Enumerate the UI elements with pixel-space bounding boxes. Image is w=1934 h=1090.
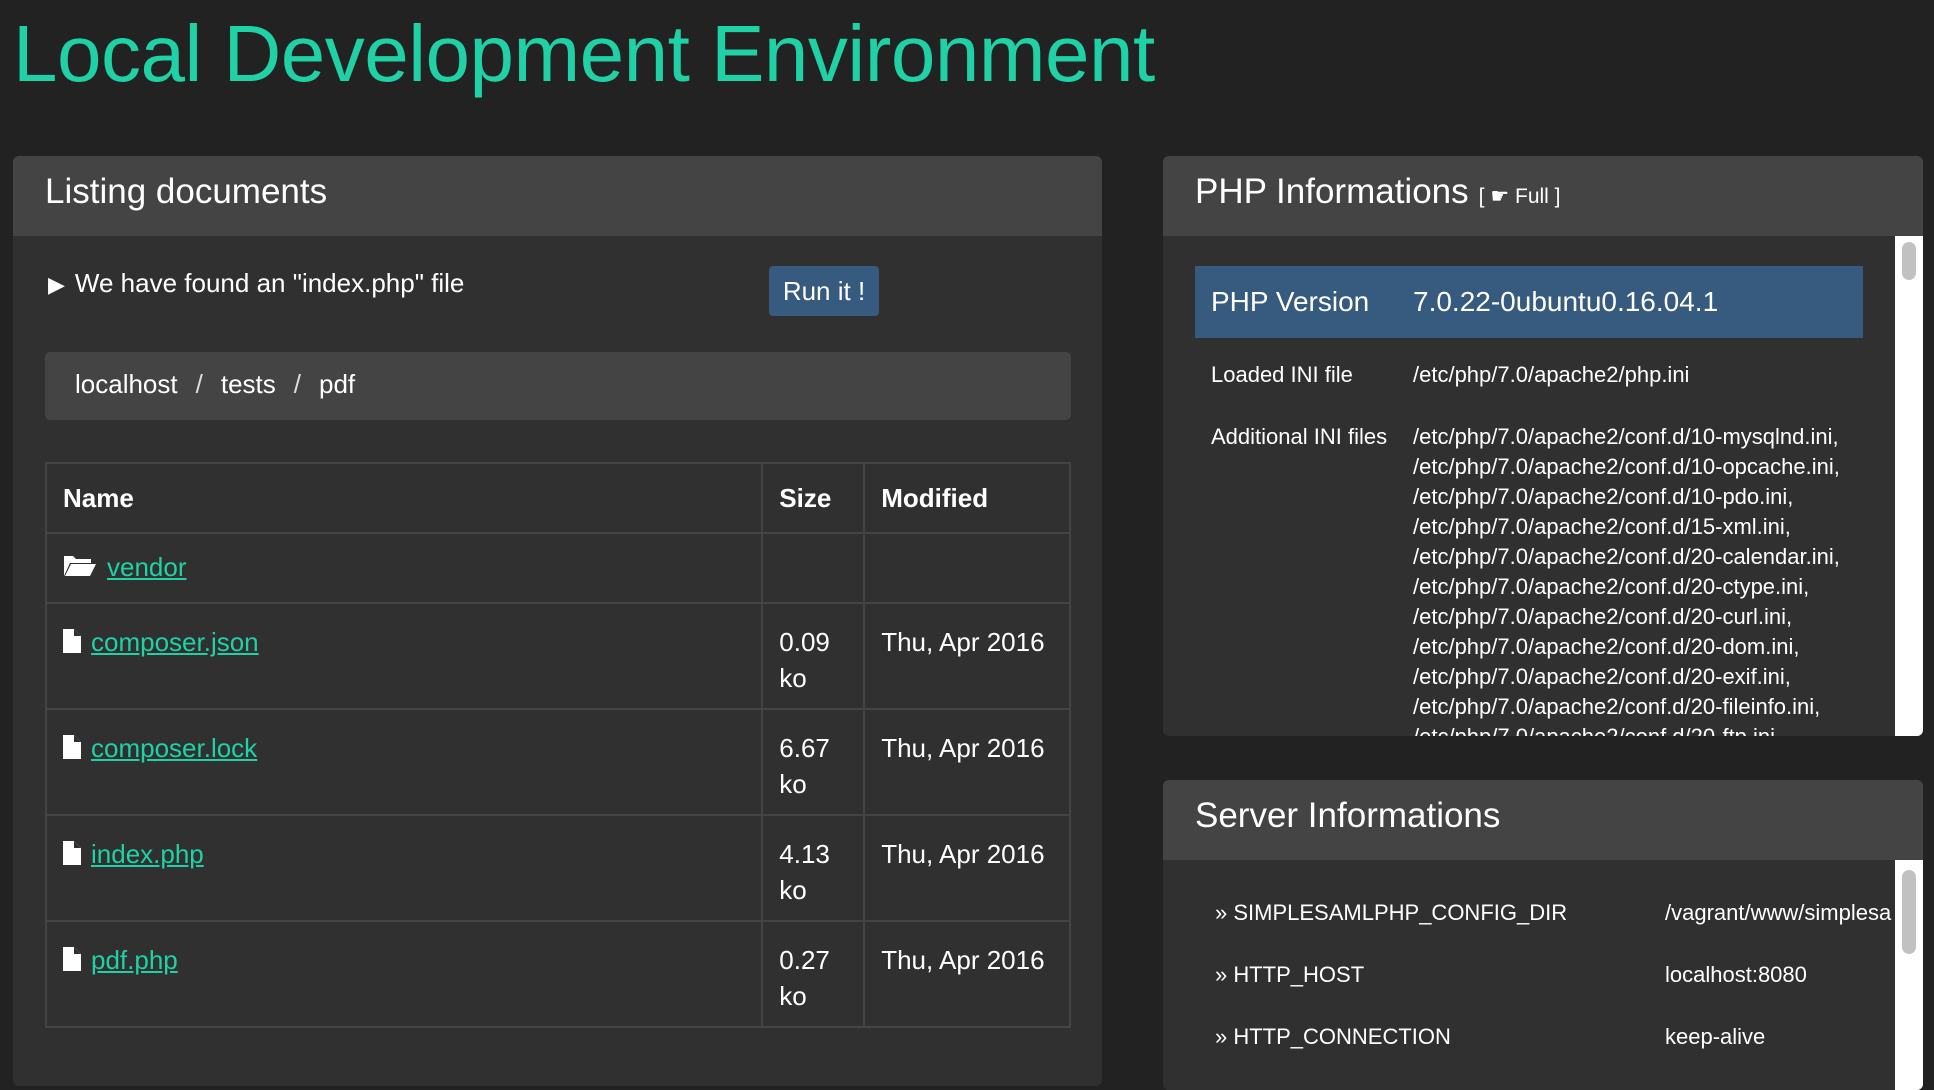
loaded-ini-value: /etc/php/7.0/apache2/php.ini (1413, 362, 1690, 387)
server-var-key: » SIMPLESAMLPHP_CONFIG_DIR (1215, 900, 1568, 925)
file-link-composer-json[interactable]: composer.json (91, 627, 259, 657)
file-icon (63, 944, 81, 980)
breadcrumb: localhost / tests / pdf (45, 352, 1071, 420)
file-modified-cell: Thu, Apr 2016 (863, 814, 1071, 922)
additional-ini-label: Additional INI files (1211, 424, 1388, 449)
breadcrumb-separator: / (293, 369, 302, 399)
php-version-row: PHP Version 7.0.22-0ubuntu0.16.04.1 (1195, 266, 1863, 338)
file-name-cell: composer.json (44, 602, 764, 710)
folder-modified-cell (863, 532, 1071, 604)
breadcrumb-separator: / (195, 369, 203, 399)
column-header-name[interactable]: Name (44, 462, 764, 534)
server-scrollbar[interactable] (1895, 860, 1923, 1090)
ini-file: /etc/php/7.0/apache2/conf.d/10-opcache.i… (1413, 454, 1840, 479)
file-size-cell: 6.67 ko (761, 708, 866, 816)
server-var-value: keep-alive (1665, 1024, 1766, 1049)
listing-panel-title: Listing documents (13, 156, 1102, 236)
file-link-index-php[interactable]: index.php (91, 839, 204, 869)
ini-file: /etc/php/7.0/apache2/conf.d/20-dom.ini, (1413, 634, 1800, 659)
run-it-button[interactable]: Run it ! (769, 266, 879, 316)
ini-file: /etc/php/7.0/apache2/conf.d/20-exif.ini, (1413, 664, 1791, 689)
triangle-right-icon: ▶ (48, 272, 65, 297)
table-row: vendor (44, 532, 1071, 604)
table-row: composer.lock 6.67 ko Thu, Apr 2016 (44, 708, 1071, 816)
ini-file: /etc/php/7.0/apache2/conf.d/20-calendar.… (1413, 544, 1840, 569)
found-index-notice: ▶ We have found an "index.php" file (48, 268, 464, 299)
php-scrollbar-thumb[interactable] (1902, 242, 1916, 280)
table-row: pdf.php 0.27 ko Thu, Apr 2016 (44, 920, 1071, 1028)
file-modified-cell: Thu, Apr 2016 (863, 708, 1071, 816)
found-index-text: We have found an "index.php" file (74, 268, 465, 298)
ini-file: /etc/php/7.0/apache2/conf.d/10-mysqlnd.i… (1413, 424, 1839, 449)
ini-file: /etc/php/7.0/apache2/conf.d/10-pdo.ini, (1413, 484, 1794, 509)
folder-cell: vendor (44, 532, 764, 604)
file-icon (63, 732, 81, 768)
ini-file: /etc/php/7.0/apache2/conf.d/20-ctype.ini… (1413, 574, 1810, 599)
file-link-composer-lock[interactable]: composer.lock (91, 733, 257, 763)
server-scrollbar-thumb[interactable] (1902, 870, 1916, 954)
php-version-label: PHP Version (1211, 286, 1370, 317)
server-info-scroll-area[interactable]: » SIMPLESAMLPHP_CONFIG_DIR /vagrant/www/… (1163, 860, 1923, 1090)
folder-size-cell (761, 532, 866, 604)
table-row: index.php 4.13 ko Thu, Apr 2016 (44, 814, 1071, 922)
file-size-cell: 0.09 ko (761, 602, 866, 710)
breadcrumb-item-tests[interactable]: tests (221, 369, 276, 399)
php-full-link[interactable]: Full (1515, 185, 1549, 208)
php-info-panel: PHP Informations[ ☛ Full ] PHP Version 7… (1163, 156, 1923, 736)
server-var-key: » HTTP_HOST (1215, 962, 1365, 987)
table-header-row: Name Size Modified (44, 462, 1071, 534)
page-title: Local Development Environment (13, 9, 1155, 98)
file-size-cell: 4.13 ko (761, 814, 866, 922)
file-modified-cell: Thu, Apr 2016 (863, 602, 1071, 710)
column-header-modified[interactable]: Modified (863, 462, 1071, 534)
file-icon (63, 626, 81, 662)
file-name-cell: pdf.php (44, 920, 764, 1028)
server-var-value: /vagrant/www/simplesa (1665, 900, 1892, 925)
listing-panel: Listing documents ▶ We have found an "ind… (13, 156, 1102, 1086)
file-modified-cell: Thu, Apr 2016 (863, 920, 1071, 1028)
breadcrumb-item-localhost[interactable]: localhost (75, 369, 178, 399)
php-info-panel-title: PHP Informations[ ☛ Full ] (1163, 156, 1923, 236)
server-var-value: localhost:8080 (1665, 962, 1807, 987)
file-size-cell: 0.27 ko (761, 920, 866, 1028)
loaded-ini-label: Loaded INI file (1211, 362, 1353, 387)
php-info-scroll-area[interactable]: PHP Version 7.0.22-0ubuntu0.16.04.1 Load… (1163, 236, 1923, 736)
server-info-panel: Server Informations » SIMPLESAMLPHP_CONF… (1163, 780, 1923, 1090)
table-row: composer.json 0.09 ko Thu, Apr 2016 (44, 602, 1071, 710)
column-header-size[interactable]: Size (761, 462, 866, 534)
file-table: Name Size Modified vendor composer.json … (44, 462, 1071, 1028)
php-version-value: 7.0.22-0ubuntu0.16.04.1 (1413, 286, 1719, 317)
file-name-cell: index.php (44, 814, 764, 922)
breadcrumb-item-pdf: pdf (319, 369, 356, 399)
server-var-key: » HTTP_CONNECTION (1215, 1024, 1451, 1049)
php-scrollbar[interactable] (1895, 236, 1923, 736)
hand-pointer-icon: ☛ (1490, 185, 1510, 208)
ini-file: /etc/php/7.0/apache2/conf.d/20-curl.ini, (1413, 604, 1793, 629)
server-info-panel-title: Server Informations (1163, 780, 1923, 860)
file-link-pdf-php[interactable]: pdf.php (91, 945, 178, 975)
folder-open-icon (63, 553, 97, 584)
folder-link-vendor[interactable]: vendor (107, 552, 187, 582)
ini-file: /etc/php/7.0/apache2/conf.d/15-xml.ini, (1413, 514, 1791, 539)
file-icon (63, 838, 81, 874)
additional-ini-list: /etc/php/7.0/apache2/conf.d/10-mysqlnd.i… (1413, 422, 1873, 736)
file-name-cell: composer.lock (44, 708, 764, 816)
ini-file: /etc/php/7.0/apache2/conf.d/20-ftp.ini, (1413, 722, 1873, 736)
full-link-wrapper: [ ☛ Full ] (1478, 185, 1561, 208)
ini-file: /etc/php/7.0/apache2/conf.d/20-fileinfo.… (1413, 694, 1821, 719)
